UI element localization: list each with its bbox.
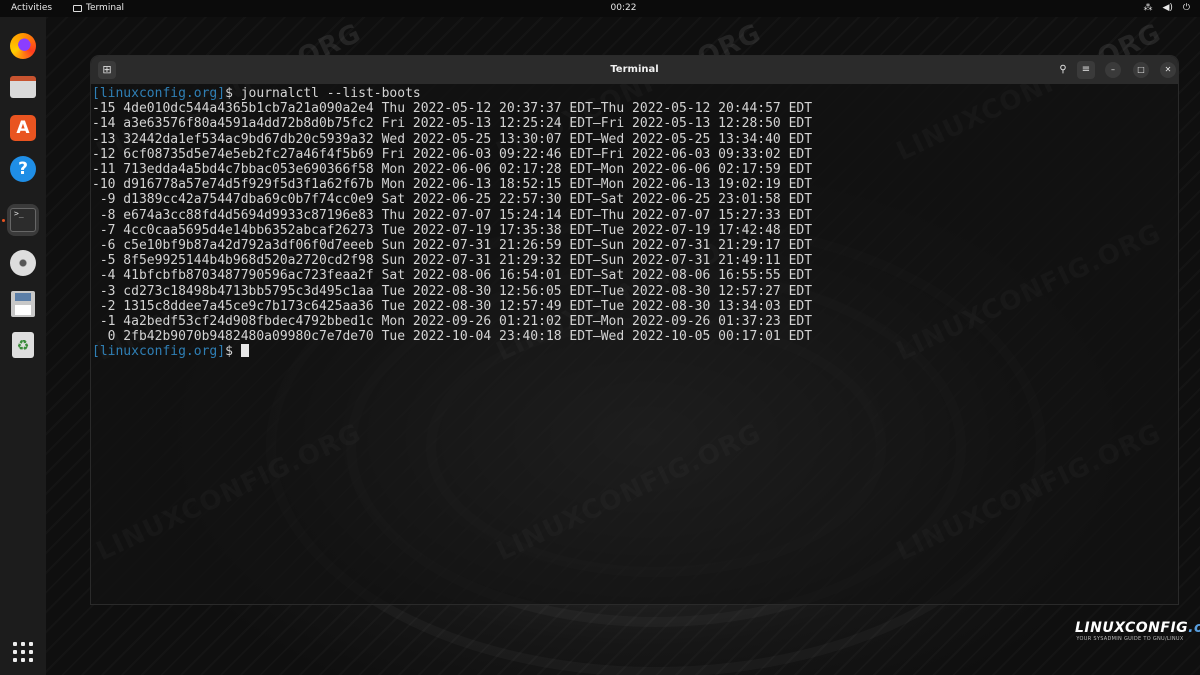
volume-icon: ◀) — [1162, 3, 1173, 13]
terminal-output[interactable]: [linuxconfig.org]$ journalctl --list-boo… — [92, 86, 1176, 601]
maximize-icon[interactable]: □ — [1133, 62, 1149, 78]
output-line: -13 32442da1ef534ac9bd67db20c5939a32 Wed… — [92, 131, 813, 147]
prompt-line[interactable]: [linuxconfig.org]$ — [92, 344, 1176, 359]
prompt-host: [linuxconfig.org] — [92, 344, 226, 360]
files-icon — [10, 76, 36, 98]
terminal-window[interactable]: ⊞ Terminal ⚲ ≡ – □ ✕ [linuxconfig.org]$ … — [91, 56, 1178, 604]
output-line: -5 8f5e9925144b4b968d520a2720cd2f98 Sun … — [92, 253, 813, 269]
output-line: -11 713edda4a5bd4c7bbac053e690366f58 Mon… — [92, 162, 813, 178]
logo-tagline: YOUR SYSADMIN GUIDE TO GNU/LINUX — [1076, 636, 1184, 642]
top-bar: Activities Terminal 00:22 ⁂ ◀) ⏻ — [0, 0, 1200, 17]
output-line: -9 d1389cc42a75447dba69c0b7f74cc0e9 Sat … — [92, 192, 813, 208]
dock-help[interactable]: ? — [7, 153, 39, 185]
command-text: journalctl --list-boots — [240, 86, 421, 101]
close-icon[interactable]: ✕ — [1160, 62, 1176, 78]
disc-icon — [10, 250, 36, 276]
terminal-cursor — [240, 344, 249, 358]
terminal-icon: >_ — [10, 208, 36, 232]
firefox-icon — [10, 33, 36, 59]
app-center-icon: A — [10, 115, 36, 141]
dock-terminal[interactable]: >_ — [7, 204, 39, 236]
output-line: -10 d916778a57e74d5f929f5d3f1a62f67b Mon… — [92, 177, 813, 193]
prompt-suffix: $ — [225, 86, 241, 101]
trash-icon: ♻ — [12, 332, 34, 358]
clock[interactable]: 00:22 — [0, 0, 1200, 17]
dock-save[interactable] — [7, 288, 39, 320]
linuxconfig-logo: LINUXCONFIG.org YOUR SYSADMIN GUIDE TO G… — [1075, 620, 1200, 642]
power-icon: ⏻ — [1182, 3, 1190, 13]
command-line: [linuxconfig.org]$ journalctl --list-boo… — [92, 86, 1176, 101]
save-icon — [11, 291, 35, 317]
search-icon[interactable]: ⚲ — [1054, 61, 1072, 79]
output-line: -3 cd273c18498b4713bb5795c3d495c1aa Tue … — [92, 283, 813, 299]
output-line: -2 1315c8ddee7a45ce9c7b173c6425aa36 Tue … — [92, 298, 813, 314]
output-line: -15 4de010dc544a4365b1cb7a21a090a2e4 Thu… — [92, 101, 813, 117]
system-menu[interactable]: ⁂ ◀) ⏻ — [1143, 0, 1190, 17]
dock-disc[interactable] — [7, 247, 39, 279]
output-line: -4 41bfcbfb8703487790596ac723feaa2f Sat … — [92, 268, 813, 284]
help-icon: ? — [10, 156, 36, 182]
minimize-icon[interactable]: – — [1105, 62, 1121, 78]
show-apps-icon[interactable] — [13, 642, 33, 662]
dock-files[interactable] — [7, 71, 39, 103]
dock-firefox[interactable] — [7, 30, 39, 62]
window-title: Terminal — [610, 64, 659, 75]
output-line: 0 2fb42b9070b9482480a09980c7e7de70 Tue 2… — [92, 329, 813, 345]
running-indicator — [2, 219, 5, 222]
prompt-suffix: $ — [225, 344, 241, 360]
prompt-host: [linuxconfig.org] — [92, 86, 226, 101]
output-line: -1 4a2bedf53cf24d908fbdec4792bbed1c Mon … — [92, 314, 813, 330]
output-line: -14 a3e63576f80a4591a4dd72b8d0b75fc2 Fri… — [92, 116, 813, 132]
menu-icon[interactable]: ≡ — [1077, 61, 1095, 79]
window-titlebar[interactable]: ⊞ Terminal ⚲ ≡ – □ ✕ — [91, 56, 1178, 84]
dock: A ? >_ ♻ — [0, 17, 46, 675]
dock-trash[interactable]: ♻ — [7, 329, 39, 361]
output-line: -7 4cc0caa5695d4e14bb6352abcaf26273 Tue … — [92, 222, 813, 238]
output-line: -12 6cf08735d5e74e5eb2fc27a46f4f5b69 Fri… — [92, 146, 813, 162]
dock-app-center[interactable]: A — [7, 112, 39, 144]
output-line: -8 e674a3cc88fd4d5694d9933c87196e83 Thu … — [92, 207, 813, 223]
logo-name: LINUXCONFIG — [1075, 620, 1189, 636]
logo-suffix: .org — [1188, 620, 1200, 636]
output-line: -6 c5e10bf9b87a42d792a3df06f0d7eeeb Sun … — [92, 238, 813, 254]
scrollbar[interactable] — [1170, 88, 1176, 598]
network-icon: ⁂ — [1143, 3, 1153, 13]
